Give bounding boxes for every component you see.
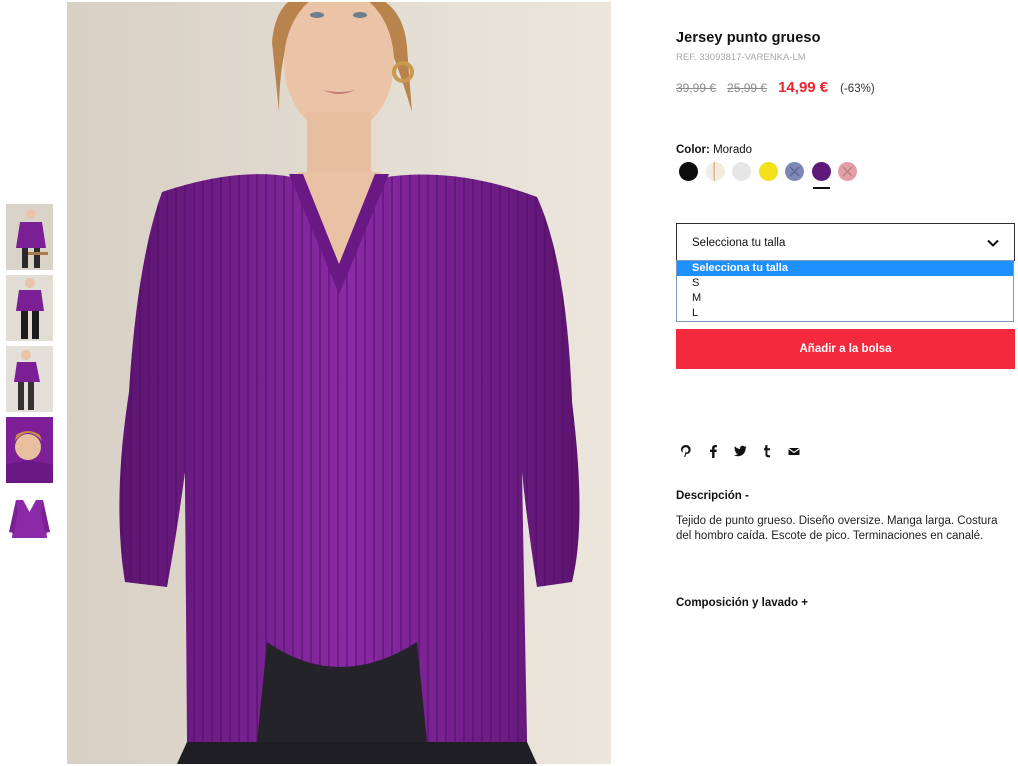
tumblr-icon[interactable] xyxy=(759,443,775,459)
previous-price: 25,99 € xyxy=(727,81,768,95)
discount-badge: (-63%) xyxy=(840,83,875,95)
product-title: Jersey punto grueso xyxy=(676,30,821,46)
thumbnail-3[interactable] xyxy=(6,346,53,412)
thumbnail-image xyxy=(6,417,53,483)
color-value: Morado xyxy=(713,144,753,156)
size-option-l[interactable]: L xyxy=(677,306,1013,321)
add-to-bag-button[interactable]: Añadir a la bolsa xyxy=(676,329,1015,369)
thumbnail-2[interactable] xyxy=(6,275,53,341)
thumbnail-image xyxy=(6,488,53,554)
composition-toggle[interactable]: Composición y lavado + xyxy=(676,597,808,609)
thumbnail-1[interactable] xyxy=(6,204,53,270)
thumbnail-image xyxy=(6,346,53,412)
color-swatch-rosa[interactable] xyxy=(838,162,857,181)
thumbnail-gallery xyxy=(6,204,54,559)
size-dropdown-list: Selecciona tu talla S M L xyxy=(676,260,1014,322)
thumbnail-image xyxy=(6,204,53,270)
chevron-down-icon xyxy=(987,239,999,247)
color-label: Color: xyxy=(676,144,710,156)
description-text: Tejido de punto grueso. Diseño oversize.… xyxy=(676,515,998,542)
email-icon[interactable] xyxy=(786,443,802,459)
thumbnail-5[interactable] xyxy=(6,488,53,554)
thumbnail-image xyxy=(6,275,53,341)
twitter-icon[interactable] xyxy=(732,443,748,459)
color-swatch-amarillo[interactable] xyxy=(758,162,778,181)
description-toggle[interactable]: Descripción - xyxy=(676,490,749,502)
current-price: 14,99 € xyxy=(778,79,829,96)
facebook-icon[interactable] xyxy=(705,443,721,459)
color-swatch-azul[interactable] xyxy=(785,162,804,181)
size-select[interactable]: Selecciona tu talla xyxy=(676,223,1015,261)
color-swatch-morado[interactable] xyxy=(811,162,831,189)
size-option-placeholder[interactable]: Selecciona tu talla xyxy=(677,261,1013,276)
size-option-m[interactable]: M xyxy=(677,291,1013,306)
color-swatch-gris-claro[interactable] xyxy=(732,162,751,181)
size-option-s[interactable]: S xyxy=(677,276,1013,291)
color-swatches xyxy=(679,162,865,189)
product-reference: REF. 33093817-VARENKA-LM xyxy=(676,52,806,63)
color-swatch-crudo[interactable] xyxy=(705,162,725,181)
share-icons xyxy=(678,443,813,459)
size-select-label: Selecciona tu talla xyxy=(692,237,786,249)
thumbnail-4[interactable] xyxy=(6,417,53,483)
color-swatch-negro[interactable] xyxy=(679,162,698,181)
color-label-row: Color: Morado xyxy=(676,144,752,156)
main-product-image[interactable] xyxy=(67,2,611,764)
model-photo xyxy=(67,2,611,764)
pinterest-icon[interactable] xyxy=(678,443,694,459)
price-row: 39,99 € 25,99 € 14,99 € (-63%) xyxy=(676,79,875,96)
original-price: 39,99 € xyxy=(676,81,717,95)
